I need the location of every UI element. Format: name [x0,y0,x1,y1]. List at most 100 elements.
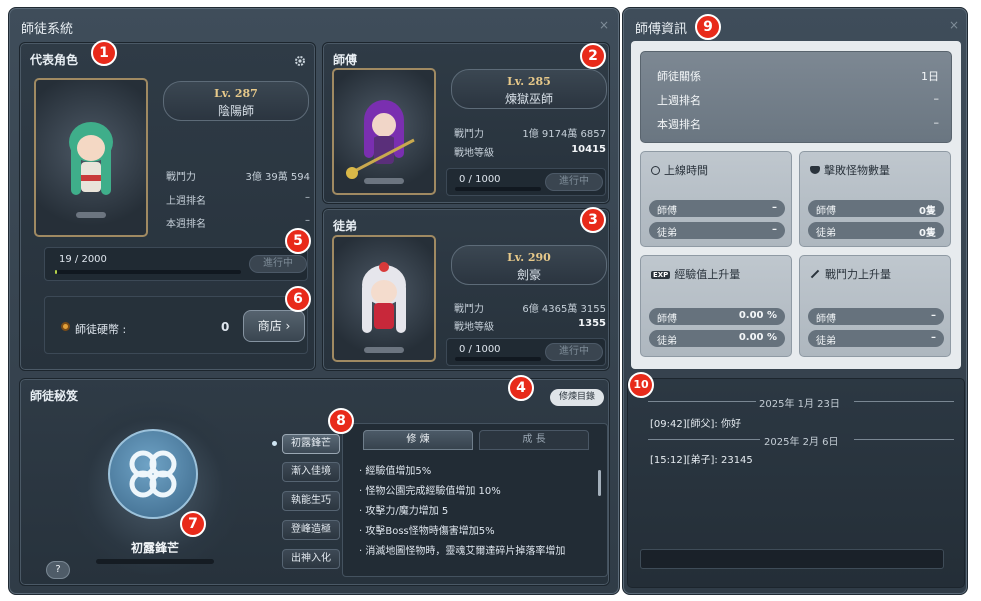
annotation-badge-4: 4 [508,375,534,401]
master-level: Lv. 285 [507,75,551,88]
disciple-progress-track [455,357,541,361]
info-panel: 師徒關係 1日 上週排名 – 本週排名 – 上線時間 師傅 – 徒弟 – 擊敗怪物數量 師… [631,41,961,369]
summary-row-thisweek: 本週排名 – [657,116,939,131]
rep-char-name-pill: Lv. 287 陰陽師 [163,81,309,121]
rep-char-portrait [34,78,148,237]
card-power-row-disciple: 徒弟 – [808,330,944,347]
disciple-job: 劍豪 [516,268,541,282]
effect-item: · 攻擊Boss怪物時傷害增加5% [359,526,495,537]
annotation-badge-2: 2 [580,43,606,69]
secret-title: 師徒秘笈 [30,389,79,403]
rep-char-stat-power: 戰鬥力 3億 39萬 594 [166,172,310,183]
rep-char-stat-thisweek: 本週排名 – [166,215,310,230]
card-exp: EXP 經驗值上升量 師傅 0.00 % 徒弟 0.00 % [640,255,792,357]
effect-scrollbar[interactable] [598,470,601,496]
master-job: 煉獄巫師 [504,92,553,106]
rep-char-job: 陰陽師 [217,104,254,118]
coin-icon [61,322,70,331]
disciple-title: 徒弟 [333,219,358,233]
card-power-row-master: 師傅 – [808,308,944,325]
coin-value: 0 [221,320,230,334]
close-icon[interactable]: × [599,18,609,32]
card-monsters-row-disciple: 徒弟 0隻 [808,222,944,239]
card-monsters-title: 擊敗怪物數量 [810,162,890,178]
window-title: 師徒系統 [21,22,74,37]
stage-button-3[interactable]: 執能生巧 [282,491,340,511]
date-separator-line [648,401,756,402]
rep-char-panel: 代表角色 Lv. 287 陰陽師 戰鬥力 3億 39萬 594 上週排名 – 本… [19,42,316,371]
exp-icon: EXP [651,271,671,279]
summary-row-lastweek: 上週排名 – [657,92,939,107]
annotation-badge-3: 3 [580,207,606,233]
master-progress-button[interactable]: 進行中 [545,173,603,191]
rep-char-progress-track [55,270,241,274]
master-stat-legion: 戰地等級 10415 [454,144,606,159]
stage-button-4[interactable]: 登峰造極 [282,520,340,540]
shop-button[interactable]: 商店 › [243,310,305,342]
stage-button-5[interactable]: 出神入化 [282,549,340,569]
summary-row-relation: 師徒關係 1日 [657,70,939,83]
chat-message-1: [09:42][師父]: 你好 [650,419,741,430]
rep-char-progress-button[interactable]: 進行中 [249,255,307,273]
coin-area: 師徒硬幣 : 0 商店 › [44,296,308,354]
chat-message-2: [15:12][弟子]: 23145 [650,455,753,466]
sword-icon [810,269,820,279]
date-separator-line [854,439,954,440]
chat-panel: 2025年 1月 23日 [09:42][師父]: 你好 2025年 2月 6日… [627,378,965,588]
disciple-progress-text: 0 / 1000 [459,344,501,355]
rep-char-progress-text: 19 / 2000 [59,254,107,265]
disciple-name-pill: Lv. 290 劍豪 [451,245,607,285]
card-monsters-row-master: 師傅 0隻 [808,200,944,217]
master-title: 師傅 [333,53,358,67]
rep-char-progress-fill [55,270,57,274]
master-name-pill: Lv. 285 煉獄巫師 [451,69,607,109]
date-separator-line [854,401,954,402]
gear-icon[interactable] [294,52,306,66]
tab-training[interactable]: 修 煉 [363,430,473,450]
training-list-button[interactable]: 修煉目錄 [550,389,604,406]
effect-list: · 經驗值增加5% · 怪物公園完成經驗值增加 10% · 攻擊力/魔力增加 5… [359,462,595,574]
master-stat-power: 戰鬥力 1億 9174萬 6857 [454,129,606,140]
rep-char-avatar [69,122,113,218]
disciple-progress-button[interactable]: 進行中 [545,343,603,361]
summary-box: 師徒關係 1日 上週排名 – 本週排名 – [640,51,952,143]
disciple-portrait [332,235,436,362]
clock-icon [651,166,660,175]
effect-box: 修 煉 成 長 · 經驗值增加5% · 怪物公園完成經驗值增加 10% · 攻擊… [342,423,608,577]
tab-growth[interactable]: 成 長 [479,430,589,450]
card-online-row-disciple: 徒弟 – [649,222,785,239]
stage-button-2[interactable]: 漸入佳境 [282,462,340,482]
master-panel: 師傅 Lv. 285 煉獄巫師 戰鬥力 1億 9174萬 6857 戰地等級 104… [322,42,610,204]
stage-indicator [272,441,277,446]
disciple-panel: 徒弟 Lv. 290 劍豪 戰鬥力 6億 4365萬 3155 戰地等級 1355 … [322,208,610,371]
card-power: 戰鬥力上升量 師傅 – 徒弟 – [799,255,951,357]
chat-input[interactable] [640,549,944,569]
effect-item: · 經驗值增加5% [359,466,432,477]
rep-char-title: 代表角色 [30,53,79,67]
emblem-icon [108,429,198,519]
card-exp-row-master: 師傅 0.00 % [649,308,785,325]
rep-char-progress: 19 / 2000 進行中 [44,247,308,281]
close-icon[interactable]: × [949,18,959,32]
disciple-avatar [362,262,406,353]
disciple-progress: 0 / 1000 進行中 [446,338,606,366]
annotation-badge-1: 1 [91,40,117,66]
effect-item: · 攻擊力/魔力增加 5 [359,506,449,517]
secret-panel: 師徒秘笈 修煉目錄 初露鋒芒 ? 初露鋒芒 漸入佳境 執能生巧 登峰造極 出神入… [19,378,610,586]
card-exp-row-disciple: 徒弟 0.00 % [649,330,785,347]
coin-label: 師徒硬幣 : [75,323,127,336]
mentor-system-window: 師徒系統 × 代表角色 Lv. 287 陰陽師 戰鬥力 3億 39萬 594 上… [8,7,620,595]
stage-button-1[interactable]: 初露鋒芒 [282,434,340,454]
annotation-badge-8: 8 [328,408,354,434]
date-separator-line [648,439,760,440]
help-button[interactable]: ? [46,561,70,579]
annotation-badge-5: 5 [285,228,311,254]
chat-date-2: 2025年 2月 6日 [764,437,839,448]
emblem-progress [96,559,214,564]
emblem-name: 初露鋒芒 [130,541,179,555]
card-online-time: 上線時間 師傅 – 徒弟 – [640,151,792,247]
master-info-window: 師傅資訊 × 師徒關係 1日 上週排名 – 本週排名 – 上線時間 師傅 – 徒弟 – 擊… [622,7,968,595]
chat-date-1: 2025年 1月 23日 [759,399,840,410]
card-exp-title: EXP 經驗值上升量 [651,268,741,281]
card-online-row-master: 師傅 – [649,200,785,217]
